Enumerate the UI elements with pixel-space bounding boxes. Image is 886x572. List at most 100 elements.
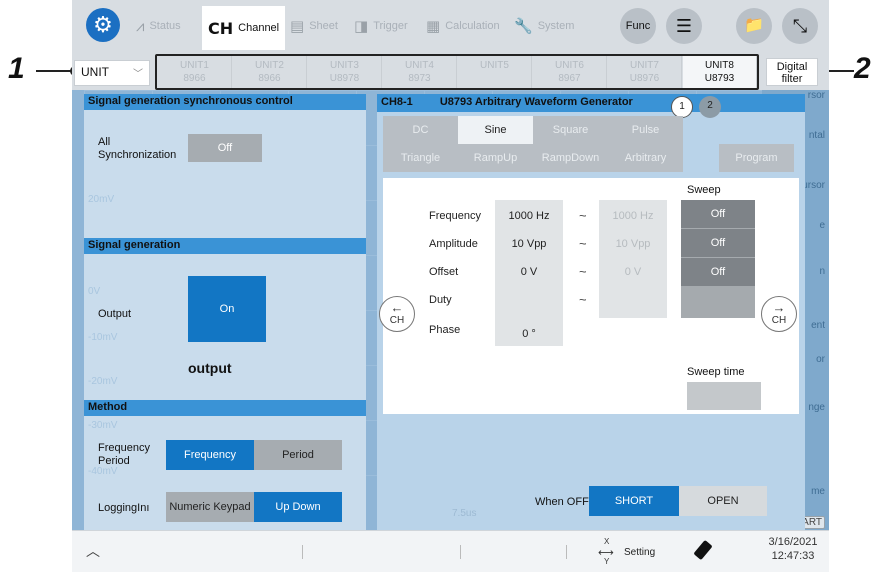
unit-tab-name: UNIT1 [180, 60, 209, 71]
unit-dropdown[interactable]: UNIT ﹀ [74, 60, 150, 86]
output-toggle[interactable]: On [188, 276, 266, 342]
amplitude-value[interactable]: 10 Vpp [495, 238, 563, 250]
sweep-time-label: Sweep time [687, 366, 745, 378]
gear-icon[interactable]: ⚙ [86, 8, 120, 42]
unit-tab-4[interactable]: UNIT4 8973 [383, 56, 457, 88]
unit-tab-model: 8967 [558, 73, 581, 84]
offset-sweep-toggle[interactable]: Off [681, 258, 755, 286]
tab-system[interactable]: 🔧 System [508, 6, 580, 46]
wave-square[interactable]: Square [533, 116, 608, 144]
tab-trigger[interactable]: ◨ Trigger [348, 6, 414, 46]
short-option[interactable]: SHORT [589, 486, 679, 516]
frequency-option[interactable]: Frequency [166, 440, 254, 470]
sheet-icon: ▤ [290, 18, 305, 35]
duty-label: Duty [429, 294, 452, 306]
status-bar: ︿ X ⟷ Y Setting 3/16/2021 12:47:33 [72, 530, 829, 572]
rail-item[interactable]: rsor [808, 90, 825, 101]
open-option[interactable]: OPEN [679, 486, 767, 516]
unit-dropdown-value: UNIT [81, 65, 109, 79]
tab-sheet[interactable]: ▤ Sheet [284, 6, 344, 46]
wave-rampup[interactable]: RampUp [458, 144, 533, 172]
page-1-button[interactable]: 1 [671, 96, 693, 118]
wave-sine[interactable]: Sine [458, 116, 533, 144]
tab-channel-label: Channel [238, 22, 280, 34]
sweep-time-field[interactable] [687, 382, 761, 410]
date-text: 3/16/2021 [768, 536, 818, 548]
unit-tab-name: UNIT8 [705, 60, 734, 71]
rail-item[interactable]: n [819, 266, 825, 277]
program-button[interactable]: Program [719, 144, 794, 172]
separator [302, 545, 303, 559]
menu-icon[interactable]: ☰ [666, 8, 702, 44]
unit-tab-2[interactable]: UNIT2 8966 [233, 56, 307, 88]
unit-tab-8[interactable]: UNIT8 U8793 [683, 56, 757, 88]
offset-end-value[interactable]: 0 V [599, 266, 667, 278]
rail-item[interactable]: ntal [809, 130, 825, 141]
tab-system-label: System [537, 20, 575, 32]
digital-filter-line2: filter [781, 73, 803, 85]
when-off-label: When OFF [535, 496, 589, 508]
unit-tab-5[interactable]: UNIT5 [458, 56, 532, 88]
tab-calculation[interactable]: ▦ Calculation [420, 6, 506, 46]
left-panel: Signal generation synchronous control Al… [84, 94, 366, 530]
all-sync-label: All Synchronization [98, 136, 177, 161]
unit-tab-3[interactable]: UNIT3 U8978 [308, 56, 382, 88]
tab-status[interactable]: ⩘ Status [130, 6, 187, 46]
trigger-icon: ◨ [354, 18, 369, 35]
frequency-sweep-toggle[interactable]: Off [681, 200, 755, 228]
unit-tab-1[interactable]: UNIT1 8966 [158, 56, 232, 88]
phase-label: Phase [429, 324, 461, 336]
period-option[interactable]: Period [254, 440, 342, 470]
output-caption: output [188, 360, 232, 376]
amplitude-end-value[interactable]: 10 Vpp [599, 238, 667, 250]
callout-2: 2 [854, 52, 871, 85]
wave-arbitrary[interactable]: Arbitrary [608, 144, 683, 172]
y-axis-label: Y [604, 557, 610, 566]
func-button[interactable]: Func [620, 8, 656, 44]
digital-filter-button[interactable]: Digital filter [766, 58, 818, 86]
separator [566, 545, 567, 559]
waveform-icon: ⩘ [136, 17, 145, 35]
channel-id: CH8-1 [381, 96, 413, 108]
up-down-option[interactable]: Up Down [254, 492, 342, 522]
wave-rampdown[interactable]: RampDown [533, 144, 608, 172]
numeric-keypad-option[interactable]: Numeric Keypad [166, 492, 254, 522]
wave-pulse[interactable]: Pulse [608, 116, 683, 144]
next-channel-button[interactable]: → CH [761, 296, 797, 332]
gen-section-header: Signal generation [84, 238, 366, 254]
tab-channel[interactable]: CH Channel [202, 6, 286, 50]
rail-item[interactable]: e [819, 220, 825, 231]
tilde: ~ [579, 292, 587, 307]
tab-calculation-label: Calculation [445, 20, 500, 32]
folder-icon[interactable]: 📁 [736, 8, 772, 44]
phase-value[interactable]: 0 ° [495, 328, 563, 340]
next-channel-label: CH [771, 315, 787, 326]
unit-tab-name: UNIT5 [480, 60, 509, 71]
callout-1: 1 [8, 52, 25, 85]
rail-item[interactable]: me [811, 486, 825, 497]
expand-icon[interactable]: ⤡ [782, 8, 818, 44]
wave-dc[interactable]: DC [383, 116, 458, 144]
caret-up-icon[interactable]: ︿ [86, 541, 100, 561]
rail-item[interactable]: or [816, 354, 825, 365]
amplitude-sweep-toggle[interactable]: Off [681, 229, 755, 257]
page-2-button[interactable]: 2 [699, 96, 721, 118]
rail-item[interactable]: nge [808, 402, 825, 413]
unit-tab-6[interactable]: UNIT6 8967 [533, 56, 607, 88]
prev-channel-button[interactable]: ← CH [379, 296, 415, 332]
frequency-value[interactable]: 1000 Hz [495, 210, 563, 222]
unit-tab-model: 8966 [183, 73, 206, 84]
frequency-end-value[interactable]: 1000 Hz [599, 210, 667, 222]
rail-item[interactable]: ursor [802, 180, 825, 191]
offset-value[interactable]: 0 V [495, 266, 563, 278]
ch-icon: CH [208, 18, 234, 38]
all-sync-toggle[interactable]: Off [188, 134, 262, 162]
wave-triangle[interactable]: Triangle [383, 144, 458, 172]
rail-item[interactable]: ent [811, 320, 825, 331]
setting-indicator[interactable]: X ⟷ Y Setting [598, 537, 668, 569]
right-panel: CH8-1 U8793 Arbitrary Waveform Generator… [377, 94, 805, 530]
unit-tab-model: U8976 [629, 73, 660, 84]
usb-drive-icon[interactable] [693, 539, 713, 561]
unit-tab-7[interactable]: UNIT7 U8976 [608, 56, 682, 88]
frequency-label: Frequency [429, 210, 481, 222]
